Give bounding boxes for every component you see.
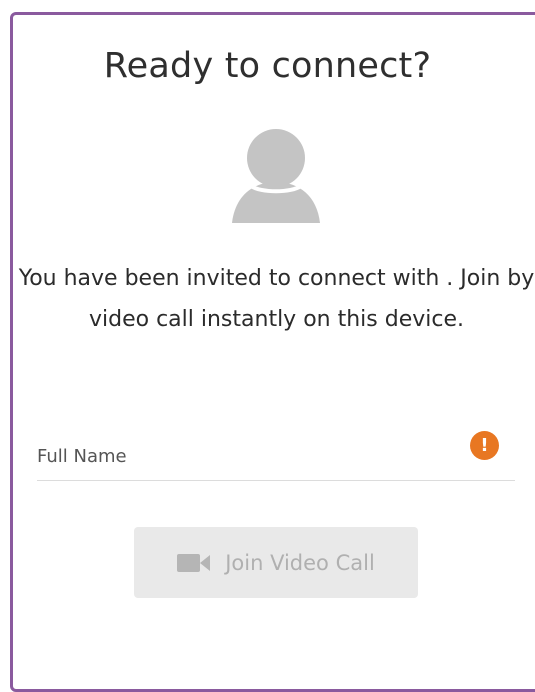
join-video-call-button[interactable]: Join Video Call [134, 527, 418, 598]
invitation-message: You have been invited to connect with . … [18, 266, 535, 332]
full-name-input[interactable] [37, 436, 457, 476]
video-camera-icon [177, 553, 211, 572]
warning-icon: ! [470, 431, 499, 460]
page-title: Ready to connect? [103, 46, 432, 86]
user-avatar-icon [232, 129, 320, 223]
join-video-call-label: Join Video Call [225, 550, 375, 575]
full-name-field: ! [37, 431, 515, 481]
